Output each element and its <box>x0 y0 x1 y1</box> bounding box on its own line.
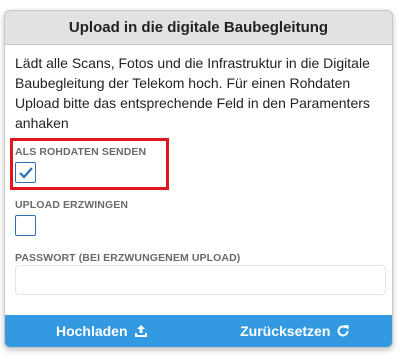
refresh-icon <box>336 324 350 338</box>
force-upload-label: UPLOAD ERZWINGEN <box>15 199 129 211</box>
upload-button-label: Hochladen <box>55 323 128 339</box>
password-label: PASSWORT (BEI ERZWUNGENEM UPLOAD) <box>15 252 241 264</box>
reset-button-label: Zurücksetzen <box>240 323 331 339</box>
dialog-description: Lädt alle Scans, Fotos und die Infrastru… <box>15 55 370 131</box>
force-upload-checkbox[interactable] <box>15 215 36 236</box>
raw-data-checkbox[interactable] <box>15 162 36 183</box>
upload-icon <box>134 324 148 338</box>
password-input[interactable] <box>15 265 386 295</box>
raw-data-label: ALS ROHDATEN SENDEN <box>15 146 147 158</box>
dialog-footer: Hochladen Zurücksetzen <box>5 315 392 347</box>
upload-button[interactable]: Hochladen <box>5 315 199 347</box>
checkmark-icon <box>19 167 33 179</box>
reset-button[interactable]: Zurücksetzen <box>199 315 393 347</box>
dialog-title: Upload in die digitale Baubegleitung <box>5 11 392 45</box>
upload-dialog: Upload in die digitale Baubegleitung Läd… <box>4 10 393 348</box>
